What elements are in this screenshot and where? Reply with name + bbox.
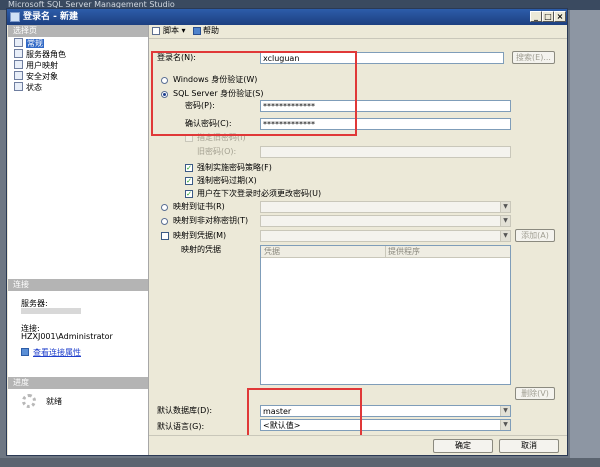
page-item-server-roles[interactable]: 服务器角色 — [14, 49, 66, 60]
enforce-expiration-label: 强制密码过期(X) — [197, 176, 257, 185]
background-window-edge — [570, 10, 600, 467]
help-icon — [193, 27, 201, 35]
map-cert-label: 映射到证书(R) — [173, 202, 225, 211]
page-icon — [14, 71, 23, 80]
login-new-dialog: 登录名 - 新建 _ □ × 选择页 常规 服务器角色 用户映射 安全对象 状态… — [6, 8, 568, 456]
script-icon — [152, 27, 160, 35]
default-lang-label: 默认语言(G): — [157, 422, 205, 431]
chevron-down-icon: ▼ — [500, 216, 510, 226]
mapped-credentials-label: 映射的凭据 — [181, 245, 221, 254]
search-button[interactable]: 搜索(E)... — [512, 51, 555, 64]
progress-spinner-icon — [22, 394, 36, 408]
connection-value: HZXJ001\Administrator — [21, 332, 113, 341]
connection-header: 连接 — [8, 279, 148, 291]
add-credential-button[interactable]: 添加(A) — [515, 229, 555, 242]
dialog-title-bar[interactable]: 登录名 - 新建 _ □ × — [7, 9, 567, 25]
script-button[interactable]: 脚本 ▾ — [163, 25, 186, 37]
map-asym-key-label: 映射到非对称密钥(T) — [173, 216, 249, 225]
chevron-down-icon: ▼ — [500, 406, 510, 416]
right-pane: 脚本 ▾ 帮助 登录名(N): xcluguan 搜索(E)... Window… — [149, 25, 567, 437]
chevron-down-icon: ▼ — [500, 231, 510, 241]
ok-button[interactable]: 确定 — [433, 439, 493, 453]
help-button[interactable]: 帮助 — [203, 25, 219, 37]
chevron-down-icon: ▼ — [500, 202, 510, 212]
progress-header: 进度 — [8, 377, 148, 389]
close-button[interactable]: × — [554, 11, 566, 22]
dialog-title: 登录名 - 新建 — [23, 12, 79, 22]
server-value-redacted — [21, 308, 81, 314]
chevron-down-icon: ▾ — [181, 26, 186, 35]
page-icon — [14, 82, 23, 91]
map-credential-checkbox[interactable] — [161, 232, 169, 240]
grid-header: 凭据 提供程序 — [261, 246, 510, 258]
highlight-box-credentials — [151, 51, 357, 136]
connection-properties-icon — [21, 348, 29, 356]
grid-header-credential: 凭据 — [264, 247, 280, 256]
page-icon — [14, 60, 23, 69]
page-item-status[interactable]: 状态 — [14, 82, 42, 93]
map-cert-radio[interactable] — [161, 204, 168, 211]
page-item-general[interactable]: 常规 — [14, 38, 44, 49]
default-db-label: 默认数据库(D): — [157, 406, 213, 415]
enforce-policy-label: 强制实施密码策略(F) — [197, 163, 272, 172]
left-pane: 选择页 常规 服务器角色 用户映射 安全对象 状态 连接 服务器: 连接: HZ… — [8, 25, 149, 455]
page-icon — [14, 49, 23, 58]
asym-key-select[interactable]: ▼ — [260, 215, 511, 227]
page-item-user-mapping[interactable]: 用户映射 — [14, 60, 58, 71]
script-label: 脚本 — [163, 26, 179, 35]
grid-header-provider: 提供程序 — [385, 246, 420, 257]
map-asym-key-radio[interactable] — [161, 218, 168, 225]
mapped-credentials-grid[interactable]: 凭据 提供程序 — [260, 245, 511, 385]
dialog-button-bar: 确定 取消 — [149, 435, 567, 455]
help-label: 帮助 — [203, 26, 219, 35]
enforce-policy-checkbox[interactable]: ✓ — [185, 164, 193, 172]
cert-select[interactable]: ▼ — [260, 201, 511, 213]
old-password-input[interactable] — [260, 146, 511, 158]
view-connection-properties-link[interactable]: 查看连接属性 — [33, 347, 81, 358]
highlight-box-defaults — [247, 388, 362, 437]
toolbar-divider — [149, 38, 567, 39]
minimize-button[interactable]: _ — [530, 11, 542, 22]
background-status-strip — [0, 458, 600, 467]
page-item-securables[interactable]: 安全对象 — [14, 71, 58, 82]
must-change-label: 用户在下次登录时必须更改密码(U) — [197, 189, 322, 198]
enforce-expiration-checkbox[interactable]: ✓ — [185, 177, 193, 185]
must-change-checkbox[interactable]: ✓ — [185, 190, 193, 198]
app-icon — [10, 12, 20, 22]
page-icon — [14, 38, 23, 47]
old-password-label: 旧密码(O): — [197, 147, 237, 156]
select-page-header: 选择页 — [8, 25, 148, 37]
progress-status: 就绪 — [46, 397, 62, 406]
credential-select[interactable]: ▼ — [260, 230, 511, 242]
cancel-button[interactable]: 取消 — [499, 439, 559, 453]
map-credential-label: 映射到凭据(M) — [173, 231, 227, 240]
maximize-button[interactable]: □ — [542, 11, 554, 22]
chevron-down-icon: ▼ — [500, 420, 510, 430]
remove-credential-button[interactable]: 删除(V) — [515, 387, 555, 400]
